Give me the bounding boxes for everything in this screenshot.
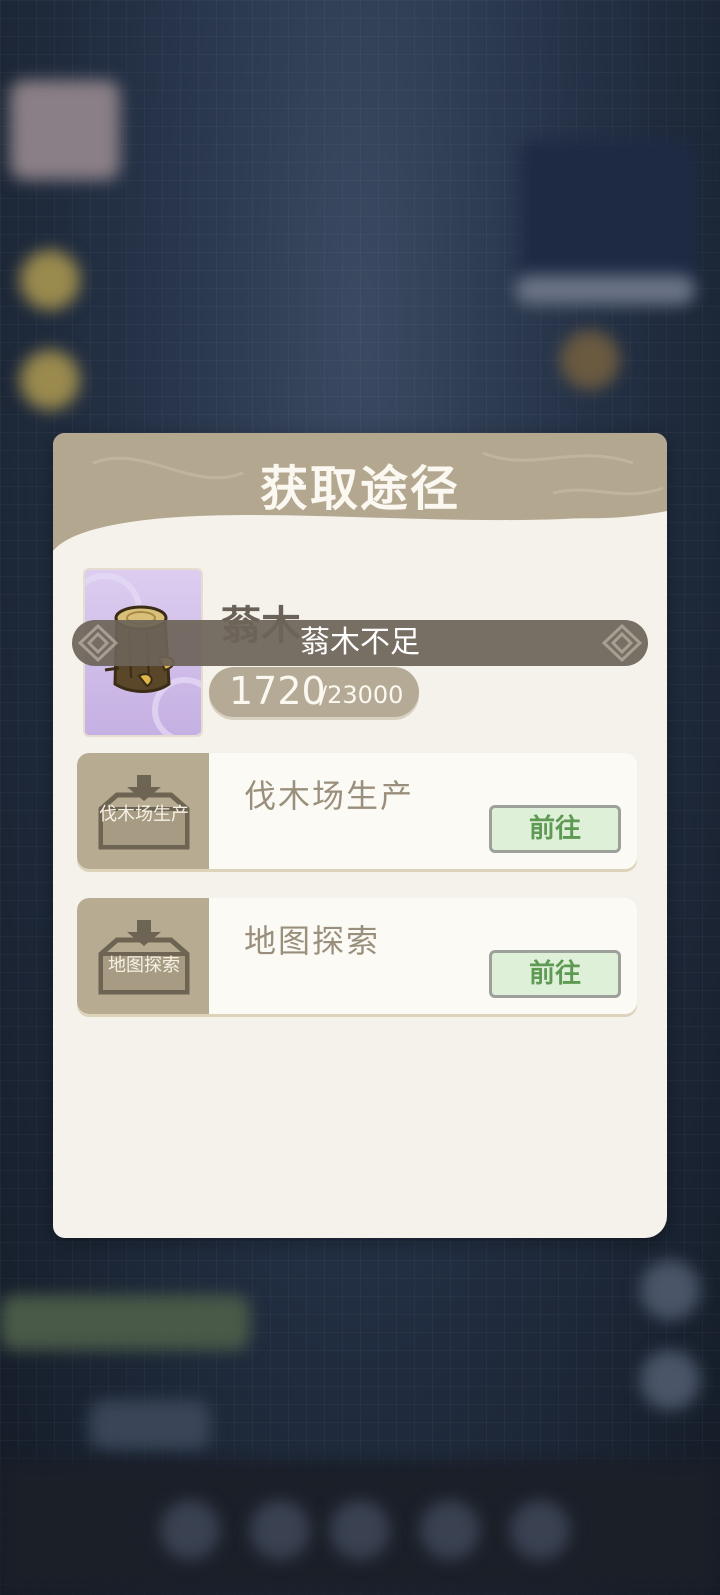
background-tab-icon xyxy=(250,1500,310,1560)
background-avatar xyxy=(10,80,120,180)
background-icon xyxy=(20,350,80,410)
source-row-map-exploration: 地图探索 地图探索 前往 xyxy=(77,898,637,1014)
toast-decoration-left xyxy=(78,624,118,662)
source-title: 地图探索 xyxy=(244,922,381,960)
background-bar xyxy=(515,275,695,305)
source-title: 伐木场生产 xyxy=(244,777,415,815)
toast-text: 蓊木不足 xyxy=(300,625,420,660)
background-icon xyxy=(20,250,80,310)
background-icon xyxy=(560,330,620,390)
item-count-current: 1720 xyxy=(229,669,326,713)
item-count-pill: 1720 /23000 xyxy=(209,667,419,717)
acquisition-dialog: 获取途径 蓊木 1720 /23000 伐木场生产 xyxy=(53,433,667,1238)
background-tab-icon xyxy=(330,1500,390,1560)
source-row-lumber-mill: 伐木场生产 伐木场生产 前往 xyxy=(77,753,637,869)
background-tab-icon xyxy=(510,1500,570,1560)
background-icon xyxy=(640,1260,700,1320)
toast-decoration-right xyxy=(602,624,642,662)
background-button xyxy=(90,1400,210,1450)
goto-button[interactable]: 前往 xyxy=(489,805,621,853)
source-icon-box: 地图探索 xyxy=(77,898,209,1014)
source-icon-box: 伐木场生产 xyxy=(77,753,209,869)
toast-message: 蓊木不足 xyxy=(72,620,648,666)
background-tab-icon xyxy=(160,1500,220,1560)
background-tab-icon xyxy=(420,1500,480,1560)
item-count-total: /23000 xyxy=(319,681,404,709)
dialog-title: 获取途径 xyxy=(259,461,460,517)
background-icon xyxy=(640,1350,700,1410)
source-icon-label: 伐木场生产 xyxy=(99,804,189,825)
source-icon-label: 地图探索 xyxy=(108,955,180,976)
background-bar xyxy=(0,1295,250,1350)
goto-button[interactable]: 前往 xyxy=(489,950,621,998)
